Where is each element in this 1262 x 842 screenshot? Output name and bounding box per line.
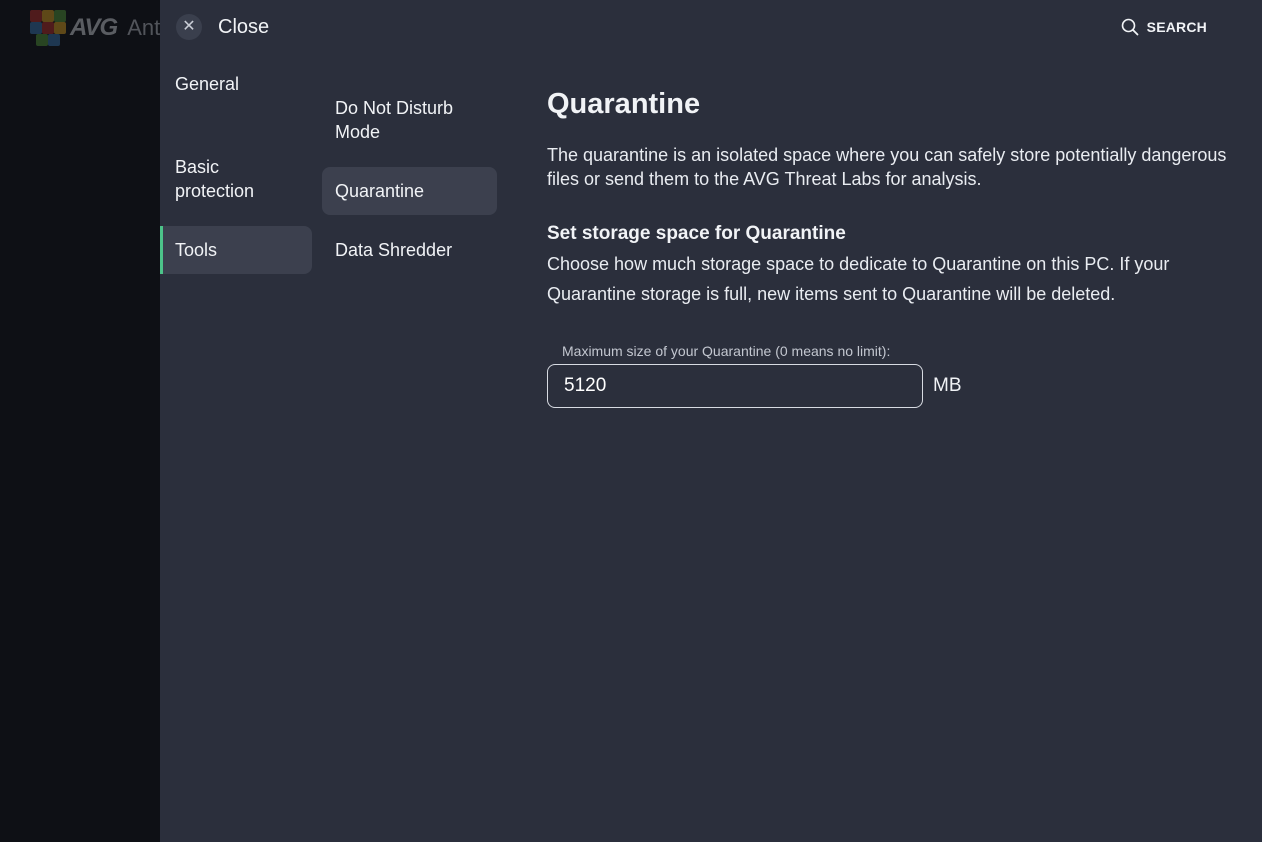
max-size-unit: MB xyxy=(933,375,962,396)
app-product-name: Ant xyxy=(127,15,161,40)
tools-subnav: Do Not Disturb Mode Quarantine Data Shre… xyxy=(322,60,497,285)
subnav-item-label: Quarantine xyxy=(335,181,425,201)
search-label: SEARCH xyxy=(1146,19,1207,35)
subnav-item-quarantine[interactable]: Quarantine xyxy=(322,167,497,215)
subnav-item-data-shredder[interactable]: Data Shredder xyxy=(322,226,497,274)
settings-category-nav: General Basic protection Tools xyxy=(160,60,312,285)
quarantine-description: The quarantine is an isolated space wher… xyxy=(547,145,1227,189)
nav-item-tools[interactable]: Tools xyxy=(160,226,312,274)
app-brand: AVG xyxy=(70,14,118,41)
search-button[interactable]: SEARCH xyxy=(1121,18,1207,36)
page-title: Quarantine xyxy=(547,88,701,120)
quarantine-settings: Quarantine The quarantine is an isolated… xyxy=(547,85,1227,408)
storage-heading: Set storage space for Quarantine xyxy=(547,223,846,244)
app-logo: AVG Ant xyxy=(30,10,160,46)
storage-description: Choose how much storage space to dedicat… xyxy=(547,254,1170,304)
nav-item-general[interactable]: General xyxy=(160,60,312,108)
nav-item-basic-protection[interactable]: Basic protection xyxy=(160,119,312,215)
settings-panel: ✕ Close SEARCH General Basic protection … xyxy=(160,0,1262,842)
nav-item-label: Basic protection xyxy=(175,157,255,201)
close-icon: ✕ xyxy=(176,14,202,40)
nav-item-label: General xyxy=(175,74,240,94)
max-size-label: Maximum size of your Quarantine (0 means… xyxy=(562,343,891,359)
search-icon xyxy=(1121,18,1139,36)
subnav-item-label: Do Not Disturb Mode xyxy=(335,98,454,142)
max-size-input[interactable] xyxy=(547,364,923,408)
subnav-item-do-not-disturb[interactable]: Do Not Disturb Mode xyxy=(322,60,497,156)
close-label: Close xyxy=(218,15,270,38)
subnav-item-label: Data Shredder xyxy=(335,240,453,260)
avg-logo-icon xyxy=(30,10,66,46)
close-button[interactable]: ✕ Close xyxy=(176,14,269,40)
max-size-row: MB xyxy=(547,364,1227,408)
nav-item-label: Tools xyxy=(175,240,218,260)
